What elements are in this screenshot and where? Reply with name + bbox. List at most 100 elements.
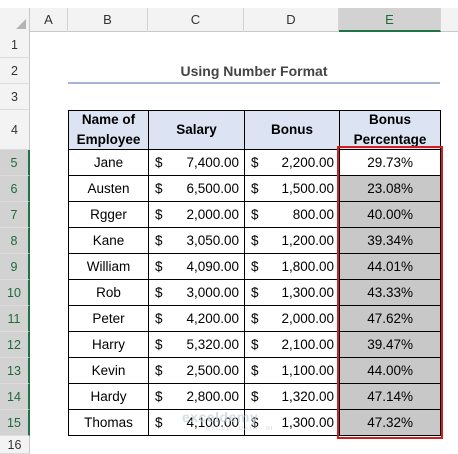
row-header-9[interactable]: 9 xyxy=(0,254,30,280)
row-header-1[interactable]: 1 xyxy=(0,32,30,58)
cell-salary[interactable]: $2,800.00 xyxy=(148,383,245,410)
currency-symbol: $ xyxy=(155,415,163,430)
cell-bonus[interactable]: $1,100.00 xyxy=(244,357,340,384)
cell-salary[interactable]: $4,090.00 xyxy=(148,253,245,280)
cell-salary[interactable]: $7,400.00 xyxy=(148,149,245,176)
currency-symbol: $ xyxy=(251,311,259,326)
cell-bonus-percentage[interactable]: 47.62% xyxy=(339,305,441,332)
cell-salary[interactable]: $2,500.00 xyxy=(148,357,245,384)
row-header-11[interactable]: 11 xyxy=(0,306,30,332)
bonus-value: 1,300.00 xyxy=(281,415,334,430)
column-header-d[interactable]: D xyxy=(244,8,339,32)
row-header-5[interactable]: 5 xyxy=(0,150,30,176)
row-header-7[interactable]: 7 xyxy=(0,202,30,228)
cell-employee-name[interactable]: William xyxy=(68,253,149,280)
cell-employee-name[interactable]: Austen xyxy=(68,175,149,202)
header-name-of-employee[interactable]: Name of Employee xyxy=(68,110,149,150)
header-bonus[interactable]: Bonus xyxy=(244,110,340,150)
row-header-15[interactable]: 15 xyxy=(0,410,30,436)
salary-value: 4,200.00 xyxy=(186,311,239,326)
bonus-value: 2,000.00 xyxy=(281,311,334,326)
currency-symbol: $ xyxy=(251,363,259,378)
cell-employee-name[interactable]: Kane xyxy=(68,227,149,254)
cell-bonus[interactable]: $1,200.00 xyxy=(244,227,340,254)
cell-bonus-percentage[interactable]: 40.00% xyxy=(339,201,441,228)
row-header-4[interactable]: 4 xyxy=(0,110,30,150)
column-header-bar: A B C D E xyxy=(0,8,458,32)
salary-value: 4,090.00 xyxy=(186,259,239,274)
currency-symbol: $ xyxy=(155,389,163,404)
bonus-value: 800.00 xyxy=(292,207,334,222)
salary-value: 3,000.00 xyxy=(186,285,239,300)
cell-employee-name[interactable]: Kevin xyxy=(68,357,149,384)
row-header-10[interactable]: 10 xyxy=(0,280,30,306)
cell-bonus-percentage[interactable]: 44.01% xyxy=(339,253,441,280)
cell-salary[interactable]: $4,200.00 xyxy=(148,305,245,332)
cell-employee-name[interactable]: Hardy xyxy=(68,383,149,410)
cell-bonus-percentage[interactable]: 39.34% xyxy=(339,227,441,254)
cell-bonus-percentage[interactable]: 44.00% xyxy=(339,357,441,384)
currency-symbol: $ xyxy=(251,207,259,222)
currency-symbol: $ xyxy=(251,259,259,274)
row-header-12[interactable]: 12 xyxy=(0,332,30,358)
cell-employee-name[interactable]: Peter xyxy=(68,305,149,332)
select-all-corner[interactable] xyxy=(0,8,30,32)
currency-symbol: $ xyxy=(155,259,163,274)
column-header-a[interactable]: A xyxy=(30,8,68,32)
exceldemy-watermark-tagline: EXCEL · DATA · BI xyxy=(206,426,274,432)
row-header-13[interactable]: 13 xyxy=(0,358,30,384)
cell-salary[interactable]: $6,500.00 xyxy=(148,175,245,202)
currency-symbol: $ xyxy=(251,181,259,196)
currency-symbol: $ xyxy=(155,311,163,326)
cell-employee-name[interactable]: Thomas xyxy=(68,409,149,436)
cell-employee-name[interactable]: Rgger xyxy=(68,201,149,228)
exceldemy-watermark-logo: exceldemy xyxy=(182,409,259,425)
row-header-16[interactable]: 16 xyxy=(0,436,30,454)
cell-bonus[interactable]: $1,320.00 xyxy=(244,383,340,410)
salary-value: 6,500.00 xyxy=(186,181,239,196)
cell-bonus-percentage[interactable]: 29.73% xyxy=(339,149,441,176)
header-bonus-percentage[interactable]: Bonus Percentage xyxy=(339,110,441,150)
spreadsheet[interactable]: A B C D E 1 2 3 4 5 6 7 8 9 10 11 12 13 14 15 16 Using … xyxy=(0,0,458,454)
bonus-value: 1,500.00 xyxy=(281,181,334,196)
column-header-f[interactable] xyxy=(441,8,458,32)
cell-salary[interactable]: $3,000.00 xyxy=(148,279,245,306)
salary-value: 3,050.00 xyxy=(186,233,239,248)
column-header-e[interactable]: E xyxy=(339,8,441,32)
row-header-8[interactable]: 8 xyxy=(0,228,30,254)
row-header-6[interactable]: 6 xyxy=(0,176,30,202)
row-header-2[interactable]: 2 xyxy=(0,58,30,84)
cell-bonus-percentage[interactable]: 23.08% xyxy=(339,175,441,202)
currency-symbol: $ xyxy=(155,337,163,352)
cell-employee-name[interactable]: Rob xyxy=(68,279,149,306)
cell-bonus-percentage[interactable]: 47.14% xyxy=(339,383,441,410)
cell-salary[interactable]: $3,050.00 xyxy=(148,227,245,254)
cell-employee-name[interactable]: Harry xyxy=(68,331,149,358)
cell-employee-name[interactable]: Jane xyxy=(68,149,149,176)
bonus-value: 1,800.00 xyxy=(281,259,334,274)
currency-symbol: $ xyxy=(251,233,259,248)
column-header-c[interactable]: C xyxy=(148,8,244,32)
cell-bonus-percentage[interactable]: 39.47% xyxy=(339,331,441,358)
row-header-14[interactable]: 14 xyxy=(0,384,30,410)
bonus-value: 1,300.00 xyxy=(281,285,334,300)
cell-salary[interactable]: $2,000.00 xyxy=(148,201,245,228)
currency-symbol: $ xyxy=(251,389,259,404)
cell-bonus-percentage[interactable]: 47.32% xyxy=(339,409,441,436)
cell-bonus[interactable]: $2,200.00 xyxy=(244,149,340,176)
cell-bonus-percentage[interactable]: 43.33% xyxy=(339,279,441,306)
column-header-b[interactable]: B xyxy=(68,8,148,32)
header-salary[interactable]: Salary xyxy=(148,110,245,150)
cell-bonus[interactable]: $800.00 xyxy=(244,201,340,228)
cell-bonus[interactable]: $1,800.00 xyxy=(244,253,340,280)
sheet-title[interactable]: Using Number Format xyxy=(68,58,440,84)
bonus-value: 1,100.00 xyxy=(281,363,334,378)
cell-bonus[interactable]: $2,100.00 xyxy=(244,331,340,358)
cell-salary[interactable]: $5,320.00 xyxy=(148,331,245,358)
cell-bonus[interactable]: $1,500.00 xyxy=(244,175,340,202)
currency-symbol: $ xyxy=(155,155,163,170)
cell-bonus[interactable]: $1,300.00 xyxy=(244,279,340,306)
bonus-value: 2,100.00 xyxy=(281,337,334,352)
cell-bonus[interactable]: $2,000.00 xyxy=(244,305,340,332)
row-header-3[interactable]: 3 xyxy=(0,84,30,110)
